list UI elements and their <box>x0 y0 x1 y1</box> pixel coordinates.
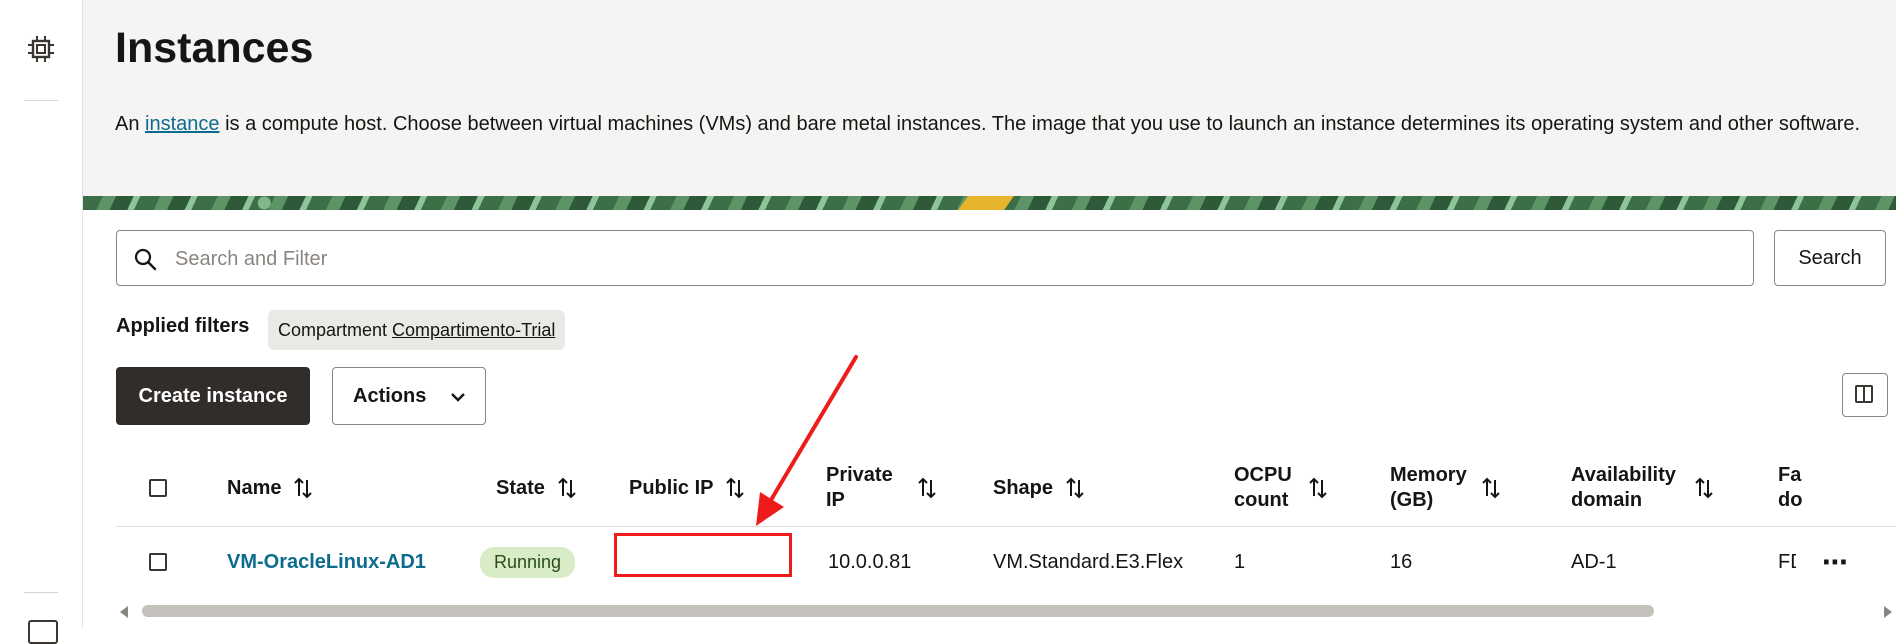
annotation-highlight-box <box>614 533 792 577</box>
sort-icon[interactable] <box>1063 476 1087 500</box>
search-box[interactable] <box>116 230 1754 286</box>
chevron-down-icon <box>451 393 465 402</box>
search-icon <box>134 248 157 271</box>
sort-icon[interactable] <box>555 476 579 500</box>
availability-domain-value: AD-1 <box>1571 550 1617 573</box>
applied-filters-label: Applied filters <box>116 315 250 337</box>
scrollbar-thumb[interactable] <box>142 605 1654 617</box>
filter-chip-key: Compartment <box>278 319 388 340</box>
chip-icon[interactable] <box>26 34 56 64</box>
ocpu-value: 1 <box>1234 550 1246 573</box>
sort-icon[interactable] <box>723 476 747 500</box>
cell-availability-domain: AD-1 <box>1571 527 1617 597</box>
private-ip-value: 10.0.0.81 <box>828 550 912 573</box>
filter-chip-compartment[interactable]: Compartment Compartimento-Trial <box>268 310 566 350</box>
rail-divider-bottom <box>24 592 58 593</box>
instance-name-link[interactable]: VM-OracleLinux-AD1 <box>227 551 426 574</box>
cell-shape: VM.Standard.E3.Flex <box>993 527 1183 597</box>
filter-chip-value[interactable]: Compartimento-Trial <box>392 320 555 341</box>
column-header-name[interactable]: Name <box>227 450 315 526</box>
create-instance-button[interactable]: Create instance <box>116 367 310 425</box>
search-input[interactable] <box>173 239 1737 279</box>
more-icon[interactable]: ⋯ <box>1822 547 1849 578</box>
sort-icon[interactable] <box>915 476 939 500</box>
panel-icon[interactable] <box>28 620 58 644</box>
status-badge: Running <box>480 546 576 578</box>
instance-doc-link[interactable]: instance <box>145 113 220 135</box>
page-title: Instances <box>115 24 314 72</box>
column-header-shape[interactable]: Shape <box>993 450 1087 526</box>
memory-value: 16 <box>1390 550 1413 573</box>
cell-private-ip: 10.0.0.81 <box>828 527 911 597</box>
cell-memory: 16 <box>1390 527 1412 597</box>
scroll-left-icon[interactable] <box>120 606 128 618</box>
column-header-state[interactable]: State <box>496 450 579 526</box>
cell-state: Running <box>480 527 576 597</box>
page-description: An instance is a compute host. Choose be… <box>115 113 1861 135</box>
rail-divider <box>24 100 58 101</box>
column-header-availability-domain[interactable]: Availability domain <box>1571 450 1716 526</box>
column-header-private-ip[interactable]: Private IP <box>826 450 939 526</box>
decorative-banner <box>83 196 1896 210</box>
page-header: Instances An instance is a compute host.… <box>83 0 1896 196</box>
row-select-cell <box>149 527 167 597</box>
cell-name: VM-OracleLinux-AD1 <box>227 527 426 597</box>
left-rail <box>0 0 83 644</box>
sort-icon[interactable] <box>291 476 315 500</box>
sort-icon[interactable] <box>1692 476 1716 500</box>
column-header-memory[interactable]: Memory (GB) <box>1390 450 1503 526</box>
actions-menu-button[interactable]: Actions <box>332 367 486 425</box>
columns-icon <box>1855 385 1873 403</box>
instances-table: Name State Public IP Private IP Shape OCP… <box>116 450 1896 600</box>
sort-icon[interactable] <box>1479 476 1503 500</box>
sort-icon[interactable] <box>1306 476 1330 500</box>
scroll-right-icon[interactable] <box>1884 606 1892 618</box>
column-header-public-ip[interactable]: Public IP <box>629 450 747 526</box>
search-button[interactable]: Search <box>1774 230 1886 286</box>
horizontal-scrollbar[interactable] <box>116 600 1896 624</box>
column-header-ocpu[interactable]: OCPU count <box>1234 450 1330 526</box>
column-header-fault-domain[interactable]: Fa do <box>1778 450 1808 526</box>
select-all-checkbox[interactable] <box>149 479 167 497</box>
shape-value: VM.Standard.E3.Flex <box>993 550 1184 573</box>
cell-row-actions: ⋯ <box>1822 527 1849 597</box>
manage-columns-button[interactable] <box>1842 373 1888 417</box>
cell-ocpu: 1 <box>1234 527 1245 597</box>
cell-fault-domain: FD <box>1778 527 1796 597</box>
actions-label: Actions <box>353 384 427 407</box>
row-checkbox[interactable] <box>149 553 167 571</box>
fault-domain-value: FD <box>1778 550 1796 573</box>
select-all-cell <box>149 450 167 526</box>
